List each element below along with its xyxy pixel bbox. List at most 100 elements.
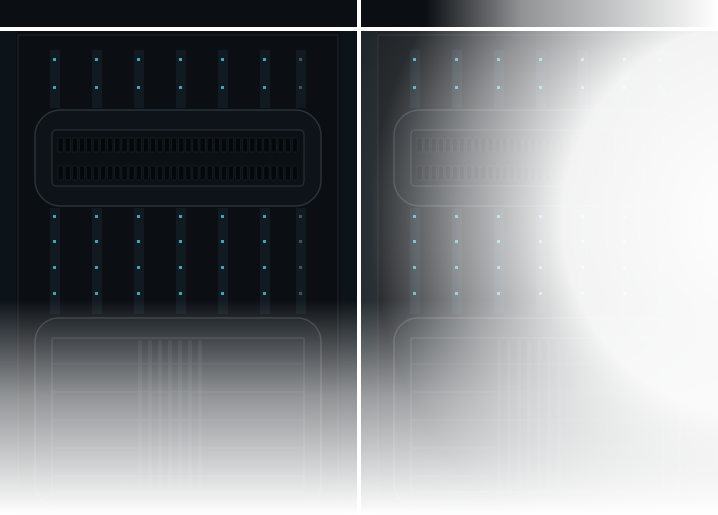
status-led-icon [299, 86, 302, 89]
network-port-icon [86, 137, 92, 153]
network-port-icon [100, 137, 107, 153]
status-led-icon [53, 86, 56, 89]
network-port-icon [249, 137, 256, 153]
status-led-icon [137, 58, 140, 61]
status-led-icon [221, 215, 224, 218]
network-port-icon [206, 165, 213, 181]
status-led-icon [179, 58, 182, 61]
network-port-icon [135, 165, 142, 181]
network-port-icon [213, 137, 220, 153]
network-port-icon [199, 137, 206, 153]
network-port-icon [199, 165, 206, 181]
network-port-icon [221, 137, 227, 153]
network-port-icon [277, 137, 284, 153]
network-port-icon [277, 165, 284, 181]
network-port-icon [135, 137, 142, 153]
network-port-icon [235, 165, 241, 181]
status-led-icon [299, 215, 302, 218]
network-port-icon [157, 137, 163, 153]
network-port-icon [79, 137, 85, 153]
network-port-icon [100, 165, 107, 181]
network-port-icon [107, 137, 114, 153]
network-port-icon [114, 137, 121, 153]
network-port-icon [121, 137, 128, 153]
network-port-icon [64, 165, 71, 181]
status-led-icon [263, 266, 266, 269]
network-port-icon [86, 165, 92, 181]
network-port-icon [185, 137, 192, 153]
status-led-icon [263, 215, 266, 218]
server-column-bottom [134, 208, 144, 314]
network-port-icon [164, 165, 170, 181]
top-right-fade-overlay [361, 0, 718, 27]
status-led-icon [95, 58, 98, 61]
network-port-icon [150, 137, 156, 153]
network-port-icon [270, 137, 277, 153]
status-led-icon [137, 292, 140, 295]
network-port-icon [242, 137, 249, 153]
status-led-icon [53, 58, 56, 61]
status-led-icon [221, 58, 224, 61]
status-led-icon [263, 292, 266, 295]
status-led-icon [137, 86, 140, 89]
network-port-icon [185, 165, 192, 181]
network-port-icon [157, 165, 163, 181]
network-port-icon [192, 165, 199, 181]
status-led-icon [53, 292, 56, 295]
network-port-icon [93, 165, 99, 181]
network-port-icon [79, 165, 85, 181]
status-led-icon [299, 292, 302, 295]
status-led-icon [221, 266, 224, 269]
status-led-icon [137, 266, 140, 269]
status-led-icon [137, 240, 140, 243]
status-led-icon [53, 266, 56, 269]
network-port-icon [249, 165, 256, 181]
network-port-icon [71, 137, 78, 153]
status-led-icon [263, 240, 266, 243]
network-port-icon [292, 165, 298, 181]
status-led-icon [179, 292, 182, 295]
status-led-icon [221, 292, 224, 295]
network-port-icon [128, 137, 135, 153]
network-port-icon [128, 165, 135, 181]
network-port-icon [64, 137, 71, 153]
status-led-icon [179, 266, 182, 269]
right-fade-overlay [361, 31, 718, 515]
status-led-icon [263, 86, 266, 89]
network-port-icon [171, 137, 178, 153]
network-port-icon [221, 165, 227, 181]
network-port-icon [213, 165, 220, 181]
server-column-bottom [296, 208, 306, 314]
network-port-icon [178, 165, 185, 181]
network-port-icon [292, 137, 298, 153]
network-port-icon [270, 165, 277, 181]
network-port-icon [242, 165, 249, 181]
network-port-icon [107, 165, 114, 181]
status-led-icon [53, 215, 56, 218]
network-port-icon [192, 137, 199, 153]
server-column-bottom [218, 208, 228, 314]
status-led-icon [299, 58, 302, 61]
network-port-icon [284, 137, 291, 153]
network-port-icon [263, 165, 270, 181]
status-led-icon [95, 292, 98, 295]
status-led-icon [221, 240, 224, 243]
status-led-icon [179, 86, 182, 89]
status-led-icon [299, 266, 302, 269]
status-led-icon [53, 240, 56, 243]
network-port-icon [263, 137, 270, 153]
network-port-icon [142, 137, 149, 153]
server-column-bottom [50, 208, 60, 314]
status-led-icon [137, 215, 140, 218]
network-port-icon [150, 165, 156, 181]
status-led-icon [179, 240, 182, 243]
network-port-icon [114, 165, 121, 181]
server-column-bottom [176, 208, 186, 314]
top-divider [0, 27, 718, 30]
network-port-icon [121, 165, 128, 181]
network-port-icon [93, 137, 99, 153]
network-port-icon [256, 165, 263, 181]
network-port-icon [164, 137, 170, 153]
status-led-icon [299, 240, 302, 243]
server-rack-illustration [0, 0, 718, 515]
